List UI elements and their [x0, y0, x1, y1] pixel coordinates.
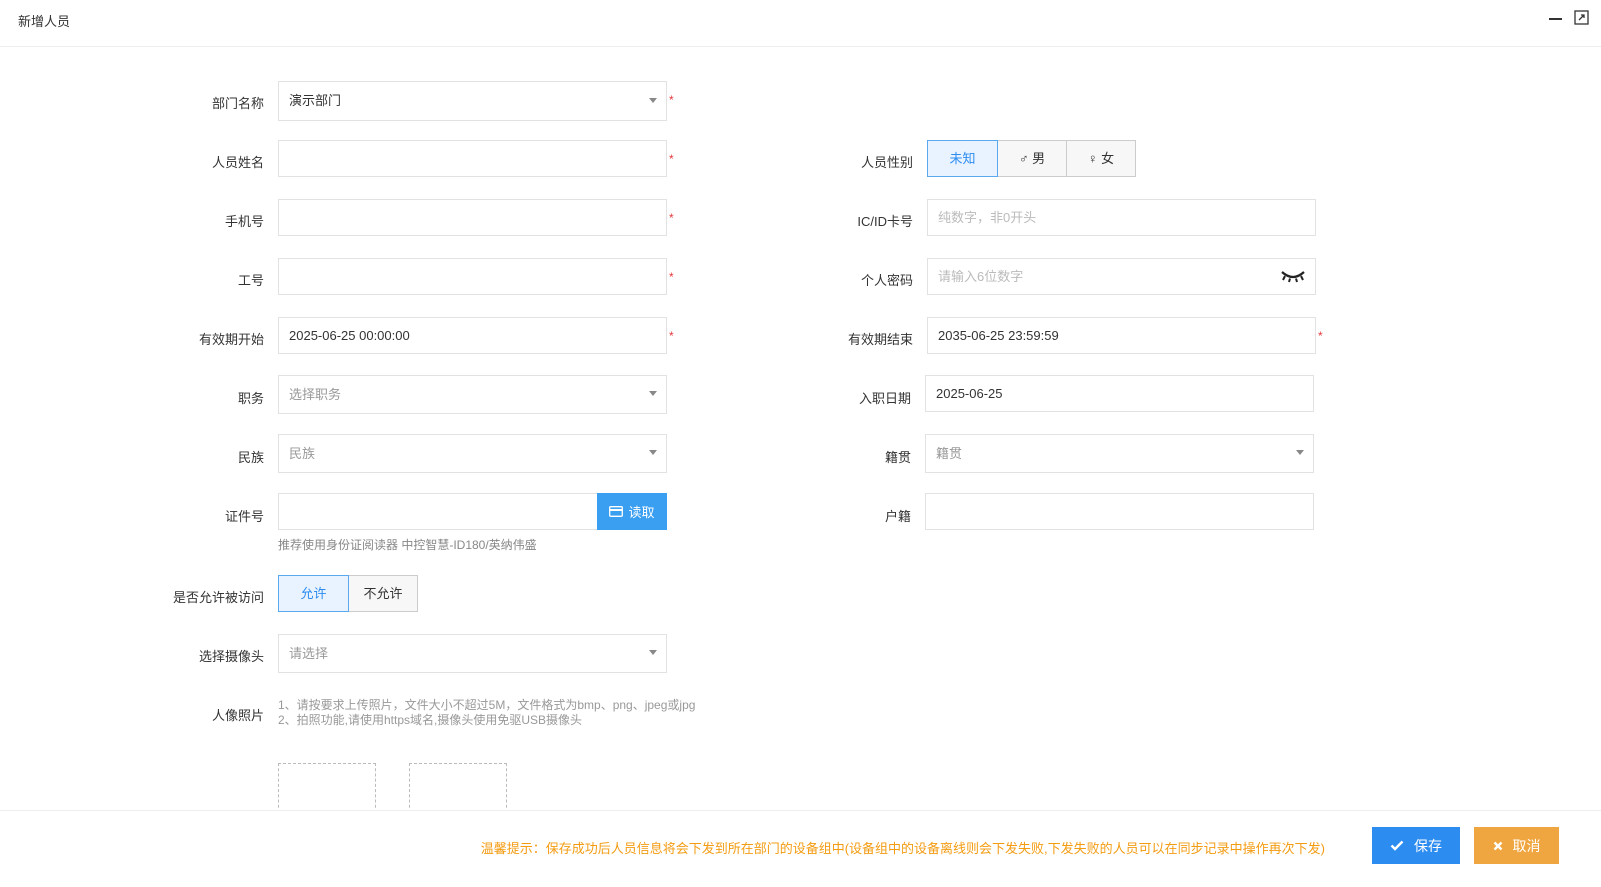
photo-hint: 1、请按要求上传照片，文件大小不超过5M，文件格式为bmp、png、jpeg或j… [278, 698, 695, 728]
photo-hint-line-1: 1、请按要求上传照片，文件大小不超过5M，文件格式为bmp、png、jpeg或j… [278, 698, 696, 712]
visitable-toggle: 允许 不允许 [278, 575, 418, 612]
chevron-down-icon [649, 391, 657, 396]
dept-label: 部门名称 [211, 96, 264, 111]
cancel-button[interactable]: 取消 [1474, 827, 1559, 864]
household-input[interactable] [925, 493, 1314, 530]
required-mark: * [669, 329, 674, 343]
valid-start-value: 2025-06-25 00:00:00 [289, 328, 410, 343]
required-mark: * [669, 152, 674, 166]
required-mark: * [669, 270, 674, 284]
required-mark: * [669, 211, 674, 225]
valid-start-label: 有效期开始 [198, 332, 264, 347]
password-wrapper [927, 258, 1316, 295]
work-no-input[interactable] [278, 258, 667, 295]
upload-photo-box[interactable] [278, 763, 376, 813]
id-card-icon [609, 506, 624, 517]
native-label: 籍贯 [884, 450, 911, 465]
chevron-down-icon [649, 650, 657, 655]
gender-label: 人员性别 [860, 155, 913, 170]
gender-option-unknown[interactable]: 未知 [927, 140, 998, 177]
valid-start-input[interactable]: 2025-06-25 00:00:00 [278, 317, 667, 354]
card-input[interactable] [927, 199, 1316, 236]
card-label: IC/ID卡号 [857, 214, 913, 229]
read-id-button[interactable]: 读取 [597, 493, 667, 530]
position-label: 职务 [237, 391, 264, 406]
position-placeholder: 选择职务 [289, 387, 342, 402]
native-placeholder: 籍贯 [936, 446, 963, 461]
household-label: 户籍 [884, 509, 911, 524]
hire-date-label: 入职日期 [858, 391, 911, 406]
take-photo-box[interactable] [409, 763, 507, 813]
check-icon [1390, 840, 1404, 851]
gender-option-male[interactable]: ♂ 男 [997, 140, 1067, 177]
camera-label: 选择摄像头 [198, 649, 264, 664]
maximize-icon[interactable] [1574, 10, 1589, 25]
warm-tip: 温馨提示：保存成功后人员信息将会下发到所在部门的设备组中(设备组中的设备离线则会… [480, 841, 1325, 856]
dialog-titlebar: 新增人员 [0, 0, 1601, 47]
native-select[interactable]: 籍贯 [925, 434, 1314, 473]
cancel-label: 取消 [1512, 837, 1541, 854]
camera-placeholder: 请选择 [289, 646, 329, 661]
save-button[interactable]: 保存 [1372, 827, 1460, 864]
hire-date-input[interactable]: 2025-06-25 [925, 375, 1314, 412]
nation-label: 民族 [237, 450, 264, 465]
photo-hint-line-2: 2、拍照功能,请使用https域名,摄像头使用免驱USB摄像头 [278, 713, 583, 727]
dialog-footer: 温馨提示：保存成功后人员信息将会下发到所在部门的设备组中(设备组中的设备离线则会… [0, 810, 1601, 887]
id-no-label: 证件号 [224, 509, 264, 524]
visitable-option-deny[interactable]: 不允许 [348, 575, 418, 612]
read-id-label: 读取 [628, 505, 655, 520]
minimize-icon[interactable] [1548, 10, 1564, 26]
work-no-label: 工号 [237, 273, 264, 288]
nation-select[interactable]: 民族 [278, 434, 667, 473]
visitable-label: 是否允许被访问 [172, 590, 264, 605]
save-label: 保存 [1414, 837, 1442, 854]
name-input[interactable] [278, 140, 667, 177]
dialog-title: 新增人员 [18, 14, 71, 29]
chevron-down-icon [649, 98, 657, 103]
dept-select[interactable]: 演示部门 [278, 81, 667, 121]
visitable-option-allow[interactable]: 允许 [278, 575, 349, 612]
required-mark: * [669, 93, 674, 107]
photo-label: 人像照片 [211, 708, 264, 723]
name-label: 人员姓名 [211, 155, 264, 170]
password-input[interactable] [927, 258, 1316, 295]
gender-toggle: 未知 ♂ 男 ♀ 女 [927, 140, 1136, 177]
valid-end-input[interactable]: 2035-06-25 23:59:59 [927, 317, 1316, 354]
password-label: 个人密码 [860, 273, 913, 288]
close-icon [1493, 841, 1502, 850]
hire-date-value: 2025-06-25 [936, 386, 1003, 401]
chevron-down-icon [1296, 450, 1304, 455]
id-reader-hint: 推荐使用身份证阅读器 中控智慧-ID180/英纳伟盛 [278, 538, 537, 552]
position-select[interactable]: 选择职务 [278, 375, 667, 414]
nation-placeholder: 民族 [289, 446, 316, 461]
valid-end-value: 2035-06-25 23:59:59 [938, 328, 1059, 343]
phone-input[interactable] [278, 199, 667, 236]
dept-value: 演示部门 [289, 93, 342, 108]
camera-select[interactable]: 请选择 [278, 634, 667, 673]
eye-closed-icon[interactable] [1280, 268, 1306, 284]
phone-label: 手机号 [224, 214, 264, 229]
chevron-down-icon [649, 450, 657, 455]
gender-option-female[interactable]: ♀ 女 [1066, 140, 1136, 177]
required-mark: * [1318, 329, 1323, 343]
id-no-input[interactable] [278, 493, 598, 530]
valid-end-label: 有效期结束 [847, 332, 913, 347]
